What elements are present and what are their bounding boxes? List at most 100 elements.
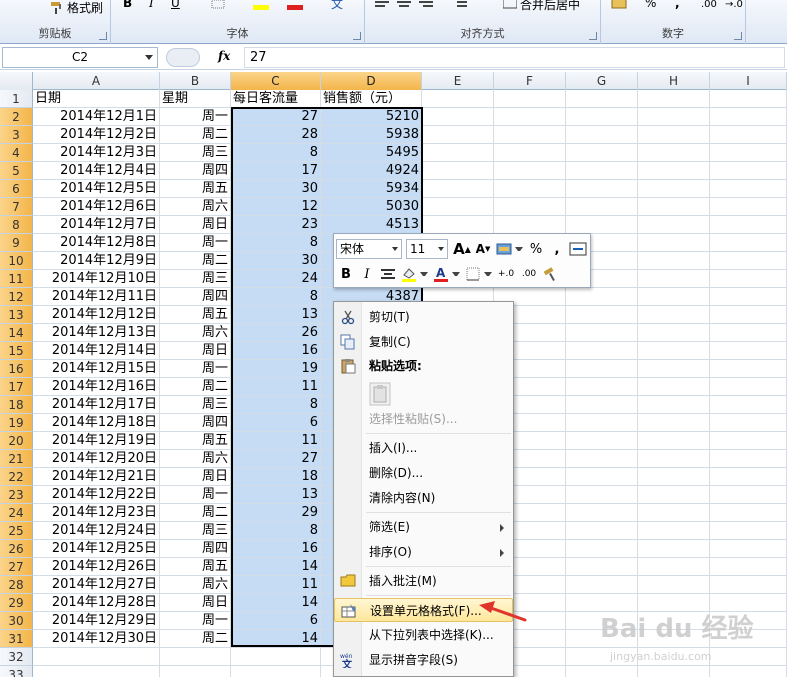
cell-b[interactable]: 周二 — [160, 378, 231, 396]
row-header[interactable]: 20 — [0, 432, 33, 450]
cell-f[interactable] — [494, 126, 566, 144]
cell-b[interactable]: 周一 — [160, 612, 231, 630]
cell-i[interactable] — [710, 450, 787, 468]
cell-i[interactable] — [710, 522, 787, 540]
cell-i[interactable] — [710, 540, 787, 558]
percent-button-ribbon[interactable]: % — [645, 0, 656, 12]
shrink-font-button[interactable]: A ▼ — [473, 239, 493, 259]
bold-button-ribbon[interactable]: B — [123, 0, 132, 12]
cell-a[interactable]: 2014年12月12日 — [33, 306, 160, 324]
cell-a[interactable]: 2014年12月7日 — [33, 216, 160, 234]
row-header[interactable]: 8 — [0, 216, 33, 234]
row-header[interactable]: 31 — [0, 630, 33, 648]
row-header[interactable]: 26 — [0, 540, 33, 558]
cell-g[interactable] — [566, 522, 638, 540]
cell-c[interactable] — [231, 666, 321, 677]
cell-c[interactable]: 26 — [231, 324, 321, 342]
cell-a[interactable]: 2014年12月27日 — [33, 576, 160, 594]
cell-a[interactable]: 2014年12月2日 — [33, 126, 160, 144]
italic-button-ribbon[interactable]: I — [149, 0, 154, 12]
cell-c[interactable]: 11 — [231, 432, 321, 450]
row-header[interactable]: 18 — [0, 396, 33, 414]
row-header[interactable]: 28 — [0, 576, 33, 594]
mini-comma-button[interactable]: , — [547, 239, 567, 259]
cell-d[interactable]: 5938 — [321, 126, 422, 144]
cell-g[interactable] — [566, 180, 638, 198]
mini-font-size-dropdown[interactable]: 11 — [406, 239, 448, 259]
column-header-c[interactable]: C — [231, 72, 321, 90]
cell-g[interactable] — [566, 90, 638, 108]
cell-e[interactable] — [422, 162, 494, 180]
cell-b[interactable]: 周六 — [160, 324, 231, 342]
cell-f[interactable] — [494, 144, 566, 162]
mini-increase-decimal-button[interactable]: +.0 — [495, 264, 517, 284]
cell-i[interactable] — [710, 108, 787, 126]
cell-c[interactable]: 16 — [231, 342, 321, 360]
cell-i[interactable] — [710, 270, 787, 288]
cell-g[interactable] — [566, 576, 638, 594]
cell-c[interactable] — [231, 648, 321, 666]
name-box-dropdown-icon[interactable] — [145, 55, 153, 60]
cell-h[interactable] — [638, 468, 710, 486]
underline-button-ribbon[interactable]: U — [171, 0, 180, 12]
cell-a[interactable]: 2014年12月25日 — [33, 540, 160, 558]
borders-button-ribbon[interactable] — [211, 0, 225, 14]
mini-bold-button[interactable]: B — [336, 264, 356, 284]
cell-g[interactable] — [566, 216, 638, 234]
menu-item-filter[interactable]: 筛选(E) — [334, 515, 513, 539]
row-header[interactable]: 27 — [0, 558, 33, 576]
cell-b[interactable]: 周三 — [160, 144, 231, 162]
cell-g[interactable] — [566, 414, 638, 432]
cell-d[interactable]: 5934 — [321, 180, 422, 198]
clipboard-dialog-launcher-icon[interactable] — [99, 32, 107, 40]
cell-h[interactable] — [638, 324, 710, 342]
cell-h[interactable] — [638, 396, 710, 414]
cell-b[interactable]: 周日 — [160, 594, 231, 612]
cell-a[interactable]: 2014年12月28日 — [33, 594, 160, 612]
row-header[interactable]: 10 — [0, 252, 33, 270]
cell-h[interactable] — [638, 342, 710, 360]
cell-c[interactable]: 18 — [231, 468, 321, 486]
cell-a[interactable]: 2014年12月9日 — [33, 252, 160, 270]
menu-item-insert[interactable]: 插入(I)... — [334, 436, 513, 460]
cell-d[interactable]: 5495 — [321, 144, 422, 162]
row-header[interactable]: 21 — [0, 450, 33, 468]
menu-item-sort[interactable]: 排序(O) — [334, 540, 513, 564]
mini-italic-button[interactable]: I — [357, 264, 377, 284]
cell-e[interactable] — [422, 108, 494, 126]
menu-item-insert-comment[interactable]: 插入批注(M) — [334, 569, 513, 593]
cell-c[interactable]: 8 — [231, 396, 321, 414]
cell-i[interactable] — [710, 198, 787, 216]
font-color-button-ribbon[interactable] — [287, 0, 303, 14]
cell-g[interactable] — [566, 288, 638, 306]
row-header[interactable]: 3 — [0, 126, 33, 144]
cell-c[interactable]: 29 — [231, 504, 321, 522]
cell-h[interactable] — [638, 234, 710, 252]
cell-h[interactable] — [638, 486, 710, 504]
cell-c[interactable]: 6 — [231, 414, 321, 432]
cell-g[interactable] — [566, 360, 638, 378]
cell-h[interactable] — [638, 108, 710, 126]
cell-b[interactable]: 周一 — [160, 486, 231, 504]
row-header[interactable]: 11 — [0, 270, 33, 288]
cell-c[interactable]: 30 — [231, 252, 321, 270]
cell-c[interactable]: 28 — [231, 126, 321, 144]
cell-c[interactable]: 23 — [231, 216, 321, 234]
cell-a[interactable]: 2014年12月3日 — [33, 144, 160, 162]
cell-b[interactable]: 周五 — [160, 558, 231, 576]
cell-g[interactable] — [566, 108, 638, 126]
cell-e[interactable] — [422, 126, 494, 144]
cell-b[interactable]: 周五 — [160, 432, 231, 450]
cell-i[interactable] — [710, 180, 787, 198]
cell-c[interactable]: 8 — [231, 288, 321, 306]
cell-g[interactable] — [566, 144, 638, 162]
number-dialog-launcher-icon[interactable] — [734, 32, 742, 40]
cell-b[interactable]: 周一 — [160, 108, 231, 126]
cell-i[interactable] — [710, 90, 787, 108]
chevron-down-icon[interactable] — [484, 272, 492, 280]
cell-c[interactable]: 每日客流量 — [231, 90, 321, 108]
cell-c[interactable]: 8 — [231, 522, 321, 540]
decrease-indent-button[interactable] — [453, 0, 467, 14]
cell-e[interactable] — [422, 198, 494, 216]
cell-g[interactable] — [566, 450, 638, 468]
